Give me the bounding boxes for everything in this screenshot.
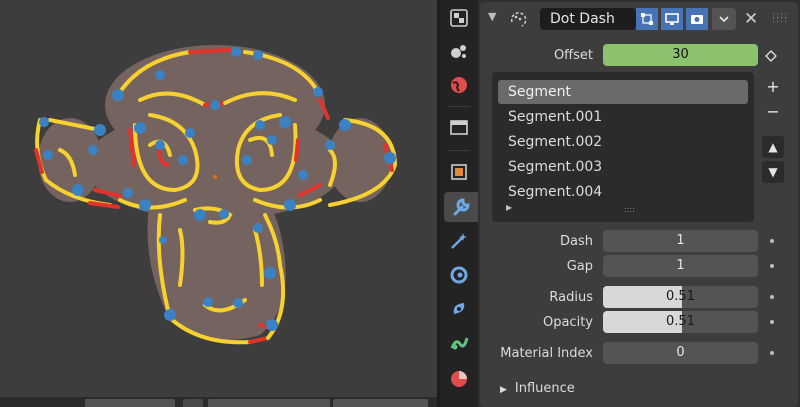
viewport-display-toggle[interactable] — [661, 8, 683, 30]
status-stub — [85, 399, 175, 407]
list-item[interactable]: Segment — [498, 80, 748, 104]
origin-point — [213, 175, 217, 179]
list-filter-toggle-icon[interactable]: ▶ — [506, 203, 512, 212]
keyframe-diamond-icon[interactable] — [765, 50, 777, 62]
suzanne-fill — [38, 45, 392, 340]
effects-tab[interactable] — [444, 226, 474, 256]
modifiers-tab[interactable] — [444, 192, 478, 222]
drag-handle-icon[interactable]: :::::::: — [772, 12, 788, 25]
animate-dot-icon[interactable] — [770, 295, 774, 299]
close-icon[interactable]: ✕ — [744, 9, 758, 29]
texture-tab[interactable] — [444, 3, 474, 33]
radius-slider[interactable]: 0.51 — [603, 286, 758, 308]
list-item[interactable]: Segment.003 — [498, 155, 748, 179]
constraint-icon — [453, 303, 465, 314]
animate-dot-icon[interactable] — [770, 264, 774, 268]
dash-label: Dash — [560, 234, 593, 249]
influence-subpanel-header[interactable]: ▶ Influence — [500, 381, 575, 396]
add-segment-button[interactable]: + — [762, 75, 784, 97]
material-tab[interactable] — [444, 364, 474, 394]
material-icon — [451, 371, 467, 387]
status-stub — [183, 399, 203, 407]
list-resize-grip-icon[interactable]: :::: — [624, 206, 635, 214]
opacity-label: Opacity — [542, 315, 593, 330]
shader-fx-icon — [451, 233, 467, 249]
list-item[interactable]: Segment.002 — [498, 130, 748, 154]
modifier-header: ▼ Dot Dash ✕ :::::::: — [480, 2, 798, 34]
radius-label: Radius — [549, 290, 593, 305]
radius-value: 0.51 — [666, 289, 695, 304]
material-index-label: Material Index — [500, 346, 593, 361]
animate-dot-icon[interactable] — [770, 320, 774, 324]
opacity-value: 0.51 — [666, 314, 695, 329]
edit-mode-toggle[interactable] — [636, 8, 658, 30]
3d-viewport[interactable] — [0, 0, 437, 407]
properties-tab-bar — [440, 0, 478, 407]
status-stub — [333, 399, 428, 407]
tab-separator — [448, 150, 470, 151]
object-tab[interactable] — [444, 157, 474, 187]
physics-icon — [450, 266, 468, 284]
monitor-icon — [665, 13, 679, 25]
modifier-menu-dropdown[interactable] — [712, 8, 736, 30]
gap-field[interactable]: 1 — [603, 255, 758, 277]
list-item[interactable]: Segment.004 — [498, 180, 748, 204]
gap-label: Gap — [566, 259, 593, 274]
modifier-name-field[interactable]: Dot Dash — [540, 8, 636, 30]
move-up-button[interactable]: ▲ — [762, 136, 784, 158]
tab-separator — [448, 106, 470, 107]
material-index-field[interactable]: 0 — [603, 342, 758, 364]
dot-dash-modifier-icon — [510, 12, 527, 27]
expand-arrow-icon: ▶ — [500, 385, 507, 395]
particles-tab[interactable] — [444, 36, 474, 66]
wrench-icon — [453, 198, 470, 216]
animate-dot-icon[interactable] — [770, 239, 774, 243]
physics-tab[interactable] — [444, 260, 474, 290]
list-item[interactable]: Segment.001 — [498, 105, 748, 129]
collection-icon — [450, 120, 468, 135]
world-tab[interactable] — [444, 70, 474, 100]
viewport-canvas[interactable] — [0, 0, 437, 407]
collapse-caret-icon[interactable]: ▼ — [488, 10, 496, 23]
object-icon — [451, 164, 467, 180]
move-down-button[interactable]: ▼ — [762, 161, 784, 183]
status-stub — [208, 399, 330, 407]
viewport-statusbar — [0, 397, 437, 407]
collection-tab[interactable] — [444, 112, 474, 142]
properties-panel: ▼ Dot Dash ✕ :::::::: Offset 30 Segment … — [478, 0, 800, 407]
remove-segment-button[interactable]: − — [762, 100, 784, 122]
chevron-down-icon — [719, 16, 729, 23]
influence-label: Influence — [514, 381, 575, 396]
render-toggle[interactable] — [686, 8, 708, 30]
texture-icon — [450, 9, 468, 27]
offset-label: Offset — [553, 48, 593, 63]
dash-field[interactable]: 1 — [603, 230, 758, 252]
edit-mode-icon — [641, 13, 653, 25]
offset-field[interactable]: 30 — [603, 44, 758, 66]
constraints-tab[interactable] — [444, 294, 474, 324]
particles-icon — [451, 45, 466, 58]
world-icon — [451, 77, 467, 93]
segment-list[interactable]: Segment Segment.001 Segment.002 Segment.… — [492, 72, 754, 222]
data-tab[interactable] — [444, 328, 474, 358]
opacity-slider[interactable]: 0.51 — [603, 311, 758, 333]
modifier-panel: ▼ Dot Dash ✕ :::::::: Offset 30 Segment … — [480, 2, 798, 407]
greasepencil-data-icon — [450, 337, 469, 350]
animate-dot-icon[interactable] — [770, 351, 774, 355]
camera-icon — [691, 15, 703, 24]
